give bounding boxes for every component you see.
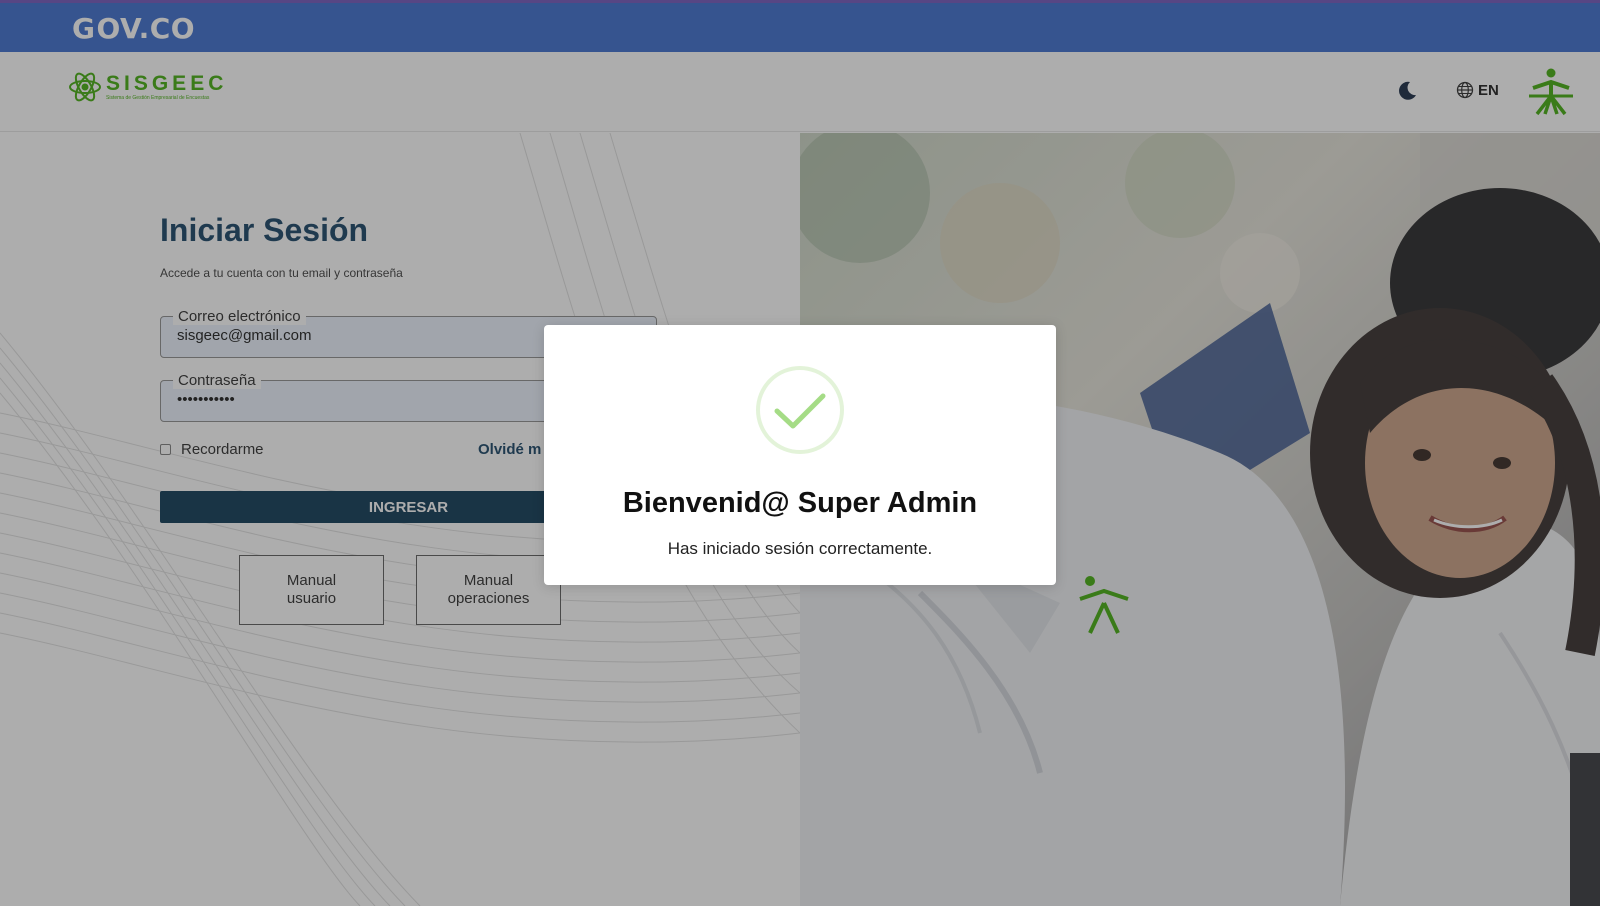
welcome-modal: Bienvenid@ Super Admin Has iniciado sesi… xyxy=(544,325,1056,585)
modal-title: Bienvenid@ Super Admin xyxy=(622,487,978,519)
check-icon xyxy=(756,366,844,454)
modal-message: Has iniciado sesión correctamente. xyxy=(667,539,933,558)
